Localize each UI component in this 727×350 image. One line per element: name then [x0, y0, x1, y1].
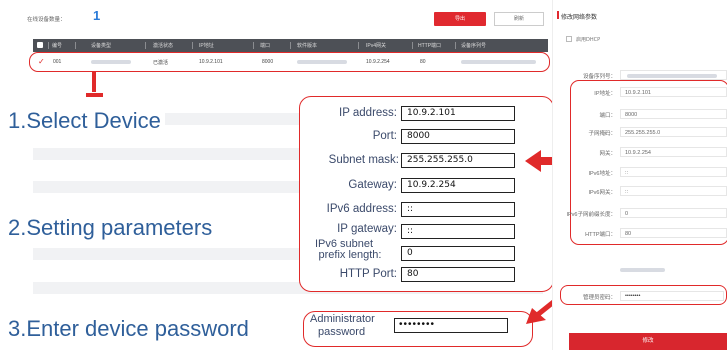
gateway-field[interactable]: 10.9.2.254: [401, 178, 515, 193]
col-ip[interactable]: IP地址: [199, 42, 214, 49]
port-label: Port:: [372, 130, 397, 142]
right-blurred-text: [620, 268, 665, 272]
col-port[interactable]: 端口: [260, 42, 270, 49]
ipv6-gateway-label: IP gateway:: [337, 223, 397, 235]
ipv6-prefix-field[interactable]: 0: [401, 246, 515, 261]
export-button[interactable]: 导出: [434, 12, 486, 26]
right-gateway-label: 网关：: [599, 151, 616, 157]
dhcp-label: 启用DHCP: [576, 37, 601, 43]
admin-password-label-1: Administrator: [310, 313, 375, 325]
selected-row-highlight: [29, 52, 550, 72]
col-serial-number[interactable]: 设备序列号: [461, 42, 486, 49]
right-port-label: 端口：: [599, 113, 616, 119]
col-http-port[interactable]: HTTP端口: [418, 42, 441, 49]
step-setting-parameters: 2.Setting parameters: [8, 215, 217, 241]
admin-password-label-2: password: [318, 326, 366, 338]
right-mask-label: 子网掩码：: [588, 131, 616, 137]
title-accent: [557, 11, 559, 19]
step-select-device: 1.Select Device: [8, 108, 165, 134]
right-ipv6-label: IPv6地址：: [588, 171, 616, 177]
ip-address-field[interactable]: 10.9.2.101: [401, 106, 515, 121]
col-software-version[interactable]: 软件版本: [297, 42, 317, 49]
col-status[interactable]: 激活状态: [153, 42, 173, 49]
select-all-checkbox[interactable]: [37, 42, 43, 48]
online-devices-label: 在线设备数量：: [27, 17, 66, 23]
ipv6-prefix-label-2: prefix length:: [318, 249, 382, 261]
right-password-field[interactable]: ••••••••: [620, 291, 724, 301]
ipv6-gateway-field[interactable]: ::: [401, 224, 515, 239]
right-ipv6-field[interactable]: ::: [620, 167, 727, 177]
ipv6-address-field[interactable]: ::: [401, 202, 515, 217]
http-port-label: HTTP Port:: [339, 268, 397, 280]
step-enter-password: 3.Enter device password: [8, 316, 253, 342]
serial-label: 设备序列号：: [582, 74, 616, 80]
port-field[interactable]: 8000: [401, 129, 515, 144]
ipv6-address-label: IPv6 address:: [326, 203, 397, 215]
parameter-zoom-panel: [299, 96, 554, 292]
gateway-label: Gateway:: [348, 179, 397, 191]
modify-button[interactable]: 修改: [569, 333, 727, 350]
device-table-header: 编号 设备类型 激活状态 IP地址 端口 软件版本 IPv4网关 HTTP端口 …: [33, 39, 548, 52]
right-ipv6-gateway-label: IPv6网关：: [588, 190, 616, 196]
right-ipv6-gateway-field[interactable]: ::: [620, 186, 727, 196]
subnet-mask-field[interactable]: 255.255.255.0: [401, 153, 515, 168]
dhcp-checkbox[interactable]: [566, 36, 572, 42]
subnet-mask-label: Subnet mask:: [328, 154, 399, 166]
modify-network-title: 修改网络参数: [561, 15, 598, 21]
right-http-port-label: HTTP端口：: [585, 232, 616, 238]
right-password-label: 管理员密码：: [582, 295, 616, 301]
right-ipv6-prefix-field[interactable]: 0: [620, 208, 727, 218]
col-ipv4-gateway[interactable]: IPv4网关: [366, 42, 386, 49]
step-arrow: [86, 93, 103, 97]
right-gateway-field[interactable]: 10.9.2.254: [620, 147, 727, 157]
col-device-type[interactable]: 设备类型: [91, 42, 111, 49]
right-ip-field[interactable]: 10.9.2.101: [620, 87, 727, 97]
online-devices-count: 1: [93, 8, 101, 23]
admin-password-field[interactable]: ••••••••: [394, 318, 508, 333]
ip-address-label: IP address:: [339, 107, 397, 119]
right-ip-label: IP地址：: [594, 91, 616, 97]
refresh-button[interactable]: 刷新: [494, 12, 544, 26]
right-param-highlight: [570, 80, 727, 245]
right-port-field[interactable]: 8000: [620, 109, 727, 119]
right-ipv6-prefix-label: IPv6子网前缀长度：: [566, 212, 616, 218]
step-arrow: [92, 72, 96, 92]
right-mask-field[interactable]: 255.255.255.0: [620, 127, 727, 137]
http-port-field[interactable]: 80: [401, 267, 515, 282]
serial-field[interactable]: [620, 70, 727, 80]
col-index[interactable]: 编号: [52, 42, 62, 49]
right-http-port-field[interactable]: 80: [620, 228, 727, 238]
